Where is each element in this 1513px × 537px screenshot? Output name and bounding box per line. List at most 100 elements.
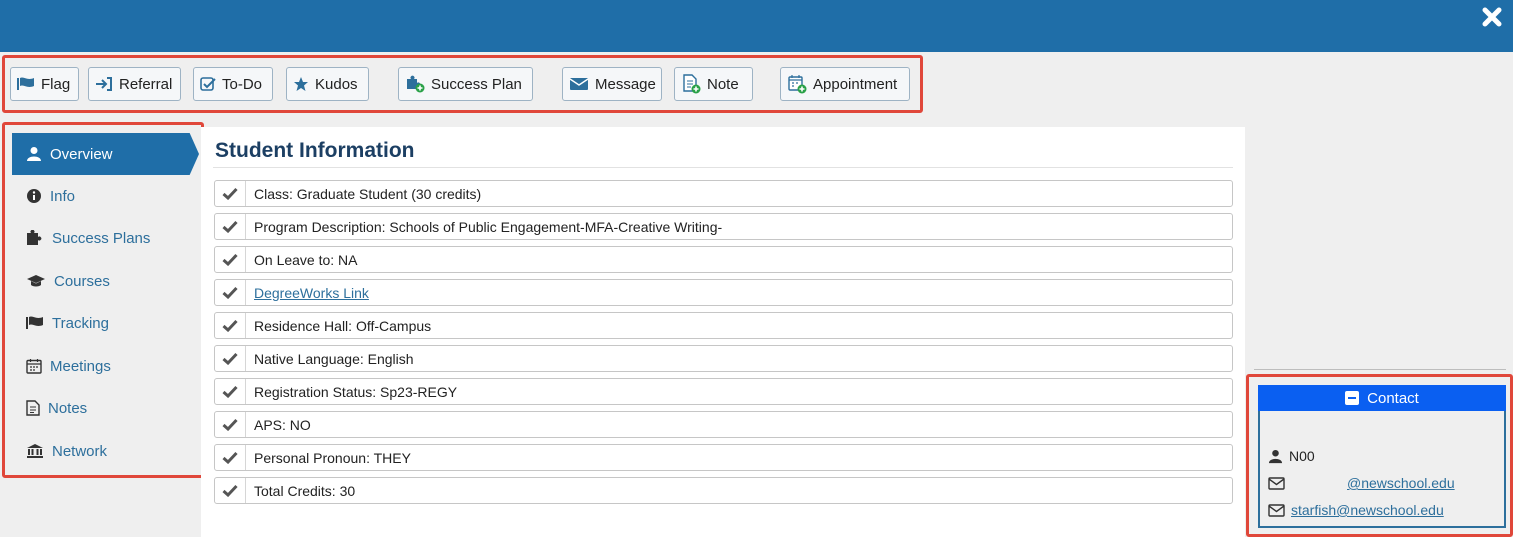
note-button-label: Note (707, 75, 739, 93)
checkmark-icon (215, 313, 246, 338)
right-column-divider (1254, 369, 1506, 370)
referral-button[interactable]: Referral (88, 67, 181, 101)
checkmark-icon (215, 445, 246, 470)
graduation-cap-icon (27, 275, 45, 287)
sign-in-icon (96, 77, 112, 91)
message-button[interactable]: Message (562, 67, 662, 101)
contact-card: Contact N00 @newschool.edu starfish@news… (1246, 374, 1513, 537)
info-row-text: Class: Graduate Student (30 credits) (254, 185, 482, 202)
info-row-program-description: Program Description: Schools of Public E… (214, 213, 1233, 240)
calendar-icon (26, 359, 42, 374)
checkbox-icon (200, 77, 216, 91)
appointment-button[interactable]: Appointment (780, 67, 910, 101)
institution-icon (27, 444, 43, 458)
contact-collapse-toggle[interactable]: Contact (1258, 385, 1506, 411)
sidebar-item-label: Overview (50, 145, 113, 163)
info-row-on-leave: On Leave to: NA (214, 246, 1233, 273)
sidebar-item-label: Success Plans (52, 229, 151, 247)
contact-email-secondary-line: starfish@newschool.edu (1268, 502, 1444, 518)
checkmark-icon (215, 280, 246, 305)
envelope-icon (569, 78, 589, 90)
info-row-text: Total Credits: 30 (254, 482, 356, 499)
kudos-button-label: Kudos (315, 75, 358, 93)
info-row-text: Registration Status: Sp23-REGY (254, 383, 458, 400)
sidebar-item-overview[interactable]: Overview (12, 133, 199, 175)
contact-details: N00 @newschool.edu starfish@newschool.ed… (1258, 411, 1506, 528)
contact-id: N00 (1289, 448, 1315, 464)
info-row-text: Program Description: Schools of Public E… (254, 218, 723, 235)
close-button[interactable] (1481, 6, 1503, 28)
sidebar-item-label: Tracking (52, 314, 109, 332)
info-row-class: Class: Graduate Student (30 credits) (214, 180, 1233, 207)
sidebar-item-label: Notes (48, 399, 88, 417)
puzzle-icon (27, 230, 42, 245)
title-divider (213, 167, 1233, 168)
calendar-add-icon (788, 75, 807, 94)
note-add-icon (683, 74, 701, 94)
sidebar-item-network[interactable]: Network (12, 430, 199, 472)
info-row-text: Residence Hall: Off-Campus (254, 317, 432, 334)
user-icon (27, 147, 41, 161)
page-title: Student Information (215, 139, 415, 162)
info-row-text: Native Language: English (254, 350, 414, 367)
success-plan-button[interactable]: Success Plan (398, 67, 533, 101)
checkmark-icon (215, 247, 246, 272)
info-row-text: APS: NO (254, 416, 311, 433)
info-row-text: Personal Pronoun: THEY (254, 449, 411, 466)
info-circle-icon (27, 189, 41, 203)
sidebar-item-label: Network (52, 442, 108, 460)
sidebar-item-notes[interactable]: Notes (12, 387, 199, 429)
action-toolbar: Flag Referral To-Do Kudos Success Plan M… (2, 55, 923, 113)
checkmark-icon (215, 412, 246, 437)
sidebar-item-info[interactable]: Info (12, 175, 199, 217)
document-icon (26, 400, 40, 416)
referral-button-label: Referral (119, 75, 173, 93)
contact-email-secondary[interactable]: starfish@newschool.edu (1291, 502, 1444, 518)
minus-square-icon (1345, 391, 1360, 405)
star-icon (294, 77, 308, 91)
checkmark-icon (215, 181, 246, 206)
info-row-total-credits: Total Credits: 30 (214, 477, 1233, 504)
degreeworks-link[interactable]: DegreeWorks Link (246, 285, 369, 301)
sidebar-nav: Overview Info Success Plans Courses Trac… (2, 122, 204, 478)
info-row-residence-hall: Residence Hall: Off-Campus (214, 312, 1233, 339)
appointment-button-label: Appointment (813, 75, 898, 93)
contact-id-line: N00 (1268, 448, 1315, 464)
todo-button-label: To-Do (222, 75, 263, 93)
flag-icon (26, 316, 43, 329)
student-information-panel: Student Information Class: Graduate Stud… (201, 127, 1245, 537)
puzzle-add-icon (407, 75, 425, 93)
info-row-personal-pronoun: Personal Pronoun: THEY (214, 444, 1233, 471)
info-row-registration-status: Registration Status: Sp23-REGY (214, 378, 1233, 405)
contact-email-primary[interactable]: @newschool.edu (1347, 475, 1455, 491)
contact-email-primary-line: @newschool.edu (1268, 475, 1455, 491)
info-row-degreeworks: DegreeWorks Link (214, 279, 1233, 306)
todo-button[interactable]: To-Do (193, 67, 273, 101)
sidebar-item-meetings[interactable]: Meetings (12, 345, 199, 387)
kudos-button[interactable]: Kudos (286, 67, 369, 101)
top-bar (0, 0, 1513, 52)
info-row-text: On Leave to: NA (254, 251, 358, 268)
flag-button-label: Flag (41, 75, 71, 93)
checkmark-icon (215, 379, 246, 404)
flag-button[interactable]: Flag (10, 67, 79, 101)
user-icon (1268, 449, 1283, 463)
envelope-outline-icon (1268, 503, 1285, 517)
flag-icon (17, 77, 34, 90)
sidebar-item-tracking[interactable]: Tracking (12, 302, 199, 344)
checkmark-icon (215, 478, 246, 503)
message-button-label: Message (595, 75, 656, 93)
success-plan-button-label: Success Plan (431, 75, 522, 93)
info-row-native-language: Native Language: English (214, 345, 1233, 372)
note-button[interactable]: Note (674, 67, 753, 101)
checkmark-icon (215, 346, 246, 371)
contact-header-label: Contact (1367, 389, 1419, 407)
envelope-outline-icon (1268, 476, 1285, 490)
sidebar-item-label: Meetings (50, 357, 111, 375)
sidebar-item-success-plans[interactable]: Success Plans (12, 217, 199, 259)
sidebar-item-label: Courses (54, 272, 110, 290)
checkmark-icon (215, 214, 246, 239)
sidebar-item-label: Info (50, 187, 76, 205)
info-row-aps: APS: NO (214, 411, 1233, 438)
sidebar-item-courses[interactable]: Courses (12, 260, 199, 302)
